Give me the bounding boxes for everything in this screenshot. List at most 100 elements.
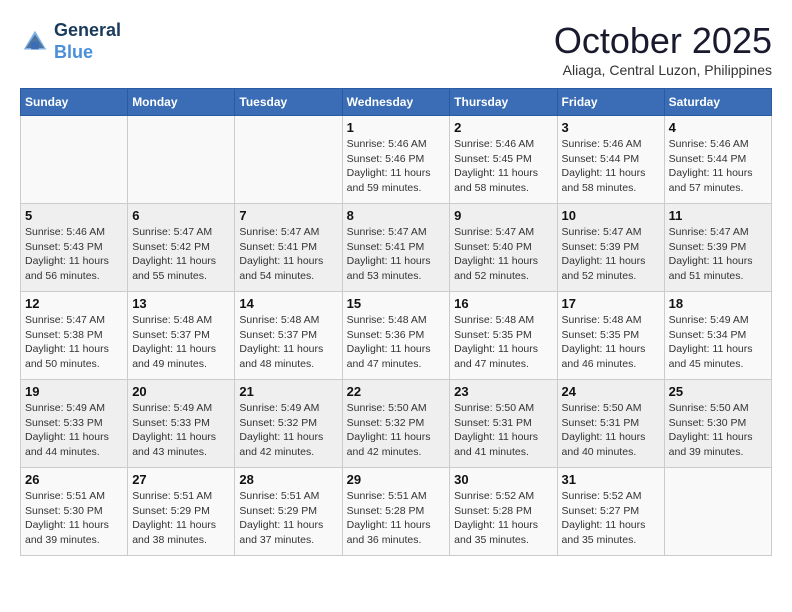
day-info: Sunrise: 5:46 AM Sunset: 5:45 PM Dayligh… — [454, 137, 552, 196]
calendar-table: SundayMondayTuesdayWednesdayThursdayFrid… — [20, 88, 772, 556]
calendar-cell: 15 Sunrise: 5:48 AM Sunset: 5:36 PM Dayli… — [342, 292, 450, 380]
day-number: 25 — [669, 384, 767, 399]
day-info: Sunrise: 5:51 AM Sunset: 5:29 PM Dayligh… — [239, 489, 337, 548]
calendar-cell: 26Sunrise: 5:51 AM Sunset: 5:30 PM Dayli… — [21, 468, 128, 556]
day-info: Sunrise: 5:50 AM Sunset: 5:32 PM Dayligh… — [347, 401, 446, 460]
day-info: Sunrise: 5:46 AM Sunset: 5:44 PM Dayligh… — [562, 137, 660, 196]
day-info: Sunrise: 5:48 AM Sunset: 5:37 PM Dayligh… — [239, 313, 337, 372]
day-number: 15 — [347, 296, 446, 311]
day-number: 31 — [562, 472, 660, 487]
day-info: Sunrise: 5:50 AM Sunset: 5:30 PM Dayligh… — [669, 401, 767, 460]
calendar-cell: 8Sunrise: 5:47 AM Sunset: 5:41 PM Daylig… — [342, 204, 450, 292]
day-info: Sunrise: 5:51 AM Sunset: 5:29 PM Dayligh… — [132, 489, 230, 548]
calendar-cell: 13 Sunrise: 5:48 AM Sunset: 5:37 PM Dayli… — [128, 292, 235, 380]
day-info: Sunrise: 5:49 AM Sunset: 5:34 PM Dayligh… — [669, 313, 767, 372]
calendar-cell: 24 Sunrise: 5:50 AM Sunset: 5:31 PM Dayli… — [557, 380, 664, 468]
day-info: Sunrise: 5:50 AM Sunset: 5:31 PM Dayligh… — [562, 401, 660, 460]
day-number: 2 — [454, 120, 552, 135]
logo-line1: General — [54, 20, 121, 42]
calendar-cell: 31 Sunrise: 5:52 AM Sunset: 5:27 PM Dayli… — [557, 468, 664, 556]
calendar-cell: 1Sunrise: 5:46 AM Sunset: 5:46 PM Daylig… — [342, 116, 450, 204]
day-number: 11 — [669, 208, 767, 223]
calendar-cell — [21, 116, 128, 204]
calendar-cell: 11 Sunrise: 5:47 AM Sunset: 5:39 PM Dayli… — [664, 204, 771, 292]
day-number: 23 — [454, 384, 552, 399]
page-header: General Blue October 2025 Aliaga, Centra… — [20, 20, 772, 78]
day-number: 17 — [562, 296, 660, 311]
day-number: 7 — [239, 208, 337, 223]
calendar-cell: 22Sunrise: 5:50 AM Sunset: 5:32 PM Dayli… — [342, 380, 450, 468]
calendar-body: 1Sunrise: 5:46 AM Sunset: 5:46 PM Daylig… — [21, 116, 772, 556]
day-info: Sunrise: 5:47 AM Sunset: 5:39 PM Dayligh… — [562, 225, 660, 284]
day-info: Sunrise: 5:47 AM Sunset: 5:39 PM Dayligh… — [669, 225, 767, 284]
weekday-header-friday: Friday — [557, 89, 664, 116]
calendar-cell: 30Sunrise: 5:52 AM Sunset: 5:28 PM Dayli… — [450, 468, 557, 556]
day-info: Sunrise: 5:47 AM Sunset: 5:41 PM Dayligh… — [239, 225, 337, 284]
calendar-cell: 17 Sunrise: 5:48 AM Sunset: 5:35 PM Dayli… — [557, 292, 664, 380]
month-title: October 2025 — [554, 20, 772, 62]
day-number: 30 — [454, 472, 552, 487]
day-info: Sunrise: 5:48 AM Sunset: 5:35 PM Dayligh… — [562, 313, 660, 372]
day-number: 28 — [239, 472, 337, 487]
day-info: Sunrise: 5:48 AM Sunset: 5:36 PM Dayligh… — [347, 313, 446, 372]
day-info: Sunrise: 5:48 AM Sunset: 5:35 PM Dayligh… — [454, 313, 552, 372]
day-number: 1 — [347, 120, 446, 135]
day-number: 3 — [562, 120, 660, 135]
day-info: Sunrise: 5:51 AM Sunset: 5:28 PM Dayligh… — [347, 489, 446, 548]
calendar-cell: 28 Sunrise: 5:51 AM Sunset: 5:29 PM Dayli… — [235, 468, 342, 556]
calendar-cell: 7 Sunrise: 5:47 AM Sunset: 5:41 PM Daylig… — [235, 204, 342, 292]
day-info: Sunrise: 5:52 AM Sunset: 5:27 PM Dayligh… — [562, 489, 660, 548]
day-number: 16 — [454, 296, 552, 311]
calendar-cell: 18 Sunrise: 5:49 AM Sunset: 5:34 PM Dayli… — [664, 292, 771, 380]
calendar-week-5: 26Sunrise: 5:51 AM Sunset: 5:30 PM Dayli… — [21, 468, 772, 556]
day-number: 20 — [132, 384, 230, 399]
day-info: Sunrise: 5:48 AM Sunset: 5:37 PM Dayligh… — [132, 313, 230, 372]
day-number: 10 — [562, 208, 660, 223]
calendar-cell: 19Sunrise: 5:49 AM Sunset: 5:33 PM Dayli… — [21, 380, 128, 468]
day-number: 5 — [25, 208, 123, 223]
calendar-header-row: SundayMondayTuesdayWednesdayThursdayFrid… — [21, 89, 772, 116]
calendar-cell: 27 Sunrise: 5:51 AM Sunset: 5:29 PM Dayli… — [128, 468, 235, 556]
weekday-header-thursday: Thursday — [450, 89, 557, 116]
day-info: Sunrise: 5:47 AM Sunset: 5:38 PM Dayligh… — [25, 313, 123, 372]
day-number: 18 — [669, 296, 767, 311]
calendar-week-4: 19Sunrise: 5:49 AM Sunset: 5:33 PM Dayli… — [21, 380, 772, 468]
day-number: 29 — [347, 472, 446, 487]
calendar-cell: 4 Sunrise: 5:46 AM Sunset: 5:44 PM Daylig… — [664, 116, 771, 204]
day-number: 8 — [347, 208, 446, 223]
logo: General Blue — [20, 20, 121, 63]
day-number: 4 — [669, 120, 767, 135]
calendar-cell: 9 Sunrise: 5:47 AM Sunset: 5:40 PM Daylig… — [450, 204, 557, 292]
calendar-cell: 10 Sunrise: 5:47 AM Sunset: 5:39 PM Dayli… — [557, 204, 664, 292]
day-number: 9 — [454, 208, 552, 223]
calendar-cell — [128, 116, 235, 204]
day-number: 19 — [25, 384, 123, 399]
day-info: Sunrise: 5:46 AM Sunset: 5:44 PM Dayligh… — [669, 137, 767, 196]
calendar-cell: 3 Sunrise: 5:46 AM Sunset: 5:44 PM Daylig… — [557, 116, 664, 204]
day-info: Sunrise: 5:49 AM Sunset: 5:32 PM Dayligh… — [239, 401, 337, 460]
day-info: Sunrise: 5:46 AM Sunset: 5:43 PM Dayligh… — [25, 225, 123, 284]
logo-line2: Blue — [54, 42, 121, 64]
day-number: 21 — [239, 384, 337, 399]
day-number: 26 — [25, 472, 123, 487]
calendar-cell — [664, 468, 771, 556]
calendar-cell: 25 Sunrise: 5:50 AM Sunset: 5:30 PM Dayli… — [664, 380, 771, 468]
calendar-cell: 21 Sunrise: 5:49 AM Sunset: 5:32 PM Dayli… — [235, 380, 342, 468]
calendar-week-3: 12 Sunrise: 5:47 AM Sunset: 5:38 PM Dayli… — [21, 292, 772, 380]
calendar-cell: 29 Sunrise: 5:51 AM Sunset: 5:28 PM Dayli… — [342, 468, 450, 556]
calendar-week-2: 5 Sunrise: 5:46 AM Sunset: 5:43 PM Daylig… — [21, 204, 772, 292]
day-info: Sunrise: 5:47 AM Sunset: 5:40 PM Dayligh… — [454, 225, 552, 284]
day-number: 24 — [562, 384, 660, 399]
day-info: Sunrise: 5:50 AM Sunset: 5:31 PM Dayligh… — [454, 401, 552, 460]
calendar-cell — [235, 116, 342, 204]
weekday-header-saturday: Saturday — [664, 89, 771, 116]
day-number: 27 — [132, 472, 230, 487]
day-number: 12 — [25, 296, 123, 311]
day-number: 14 — [239, 296, 337, 311]
day-number: 13 — [132, 296, 230, 311]
weekday-header-tuesday: Tuesday — [235, 89, 342, 116]
title-block: October 2025 Aliaga, Central Luzon, Phil… — [554, 20, 772, 78]
calendar-cell: 5 Sunrise: 5:46 AM Sunset: 5:43 PM Daylig… — [21, 204, 128, 292]
day-number: 6 — [132, 208, 230, 223]
weekday-header-sunday: Sunday — [21, 89, 128, 116]
